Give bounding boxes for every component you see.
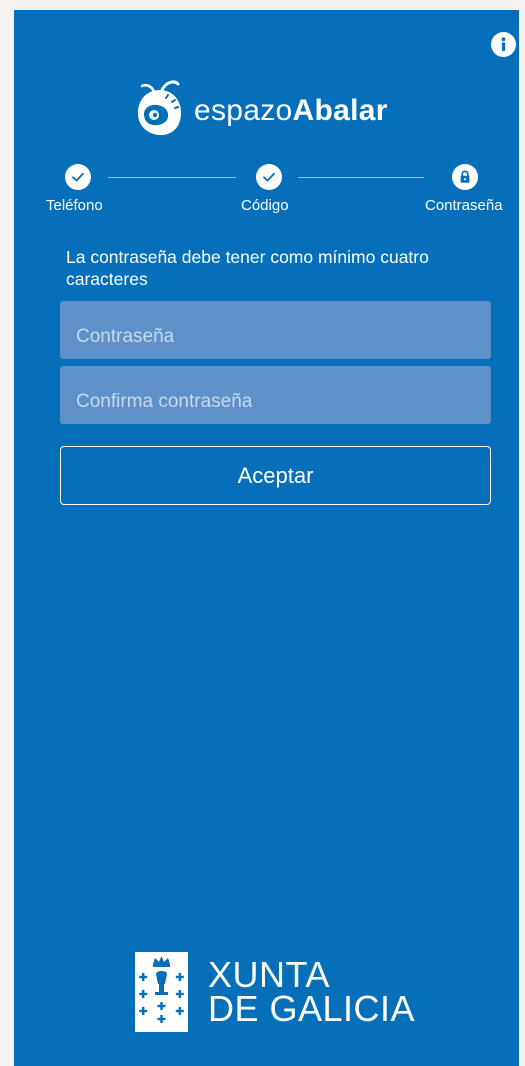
- info-icon: [501, 37, 506, 51]
- xunta-line-2: DE GALICIA: [208, 988, 416, 1029]
- step-contrasena-indicator: [452, 164, 478, 190]
- password-screen: espazoAbalar Teléfono Código Contraseña …: [14, 10, 519, 1066]
- password-requirement-text: La contraseña debe tener como mínimo cua…: [66, 247, 429, 289]
- abalar-mascot-icon: [137, 80, 182, 136]
- app-title: espazoAbalar: [194, 96, 388, 126]
- step-label-codigo: Código: [241, 197, 289, 214]
- app-logo: espazoAbalar: [132, 78, 388, 138]
- xunta-logo: XUNTA DE GALICIA: [135, 952, 415, 1032]
- app-title-name: Abalar: [292, 94, 388, 127]
- xunta-wordmark: XUNTA DE GALICIA: [208, 954, 416, 1029]
- xunta-line-1: XUNTA: [208, 954, 330, 995]
- step-telefono-indicator: [65, 164, 91, 190]
- password-input[interactable]: [60, 301, 491, 359]
- galicia-crest-icon: [135, 952, 188, 1032]
- check-icon: [263, 172, 275, 182]
- step-label-contrasena: Contraseña: [425, 197, 503, 214]
- step-label-telefono: Teléfono: [46, 197, 103, 214]
- check-icon: [72, 172, 84, 182]
- accept-button[interactable]: Aceptar: [60, 446, 491, 505]
- info-button[interactable]: [491, 32, 516, 57]
- step-connector: [298, 177, 424, 178]
- app-title-prefix: espazo: [194, 94, 293, 127]
- progress-stepper: Teléfono Código Contraseña: [14, 164, 519, 224]
- step-codigo-indicator: [256, 164, 282, 190]
- lock-icon: [460, 170, 470, 183]
- confirm-password-input[interactable]: [60, 366, 491, 424]
- step-connector: [108, 177, 236, 178]
